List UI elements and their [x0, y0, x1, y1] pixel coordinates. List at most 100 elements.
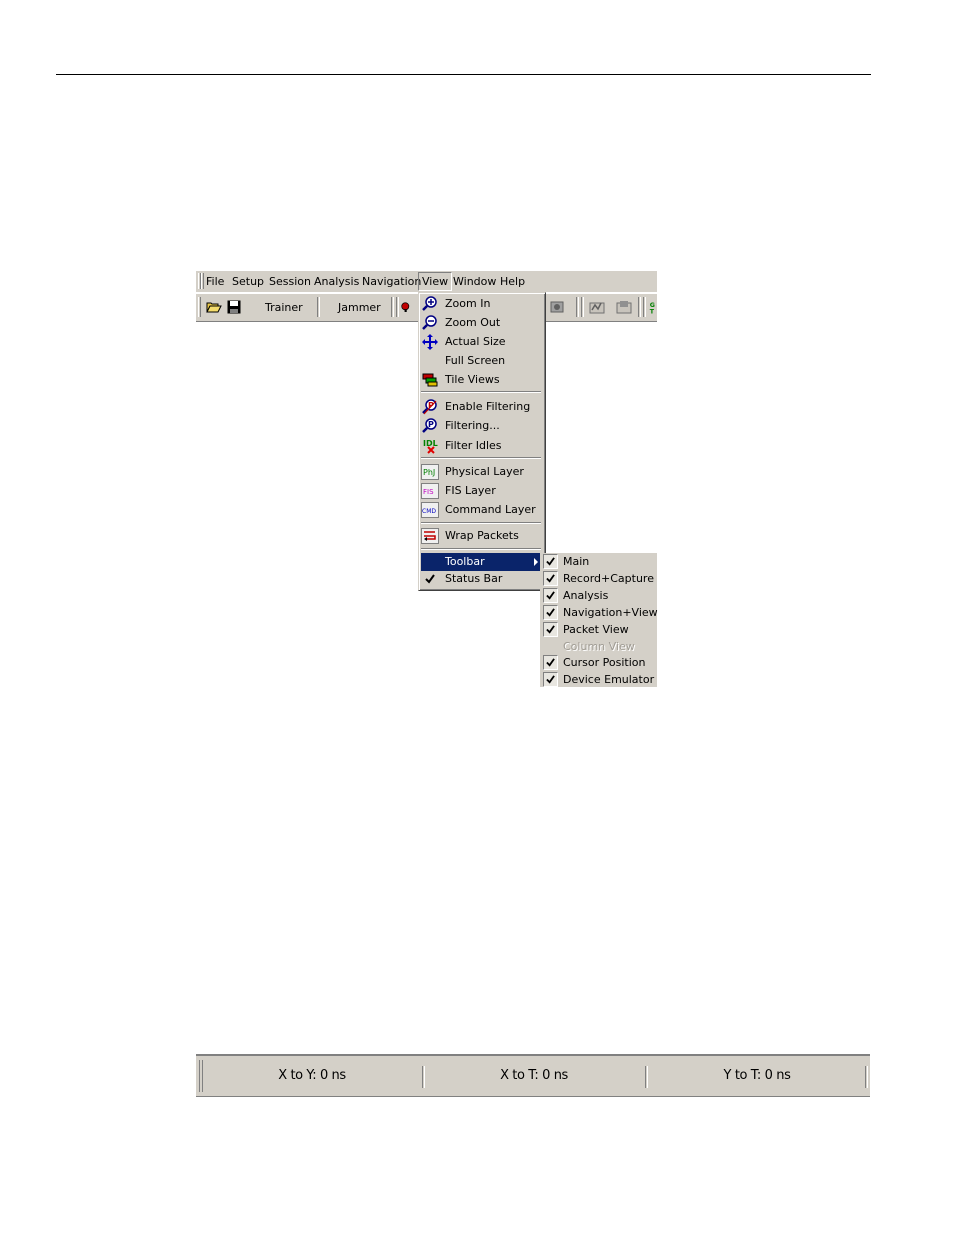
submenu-item-cursor-position[interactable]: Cursor Position [541, 654, 657, 671]
menu-help[interactable]: Help [497, 273, 528, 290]
submenu-item-device-emulator[interactable]: Device Emulator [541, 671, 657, 688]
checkmark-icon [421, 571, 439, 587]
view-menu-dropdown: Zoom In Zoom Out Actual Size Full Screen… [418, 292, 546, 591]
menu-session[interactable]: Session [266, 273, 314, 290]
checkmark-icon [543, 655, 558, 670]
fis-icon: FIS [421, 483, 439, 499]
filter-idles-icon: IDL [421, 438, 439, 454]
svg-text:FIS: FIS [423, 488, 434, 496]
menu-item-wrap-packets[interactable]: Wrap Packets [421, 527, 542, 545]
menu-item-label: Status Bar [445, 572, 503, 585]
menu-item-fis-layer[interactable]: FIS FIS Layer [421, 482, 542, 500]
menu-analysis[interactable]: Analysis [311, 273, 362, 290]
save-disk-icon[interactable] [225, 298, 243, 316]
menu-separator [421, 522, 541, 524]
submenu-item-navigation-view[interactable]: Navigation+View [541, 604, 658, 621]
submenu-item-label: Navigation+View [563, 606, 658, 619]
menu-file[interactable]: File [203, 273, 227, 290]
toolbar-separator [317, 297, 320, 317]
filter-icon: P [421, 399, 439, 415]
jammer-button[interactable]: Jammer [338, 301, 381, 314]
menu-item-tile-views[interactable]: Tile Views [421, 371, 542, 389]
menu-item-actual-size[interactable]: Actual Size [421, 333, 542, 351]
menu-item-command-layer[interactable]: CMD Command Layer [421, 501, 542, 519]
menu-item-label: Filtering... [445, 419, 500, 432]
menu-item-label: Zoom Out [445, 316, 501, 329]
tile-views-icon [421, 372, 439, 388]
menu-window[interactable]: Window [450, 273, 499, 290]
toolbar-separator [391, 297, 394, 317]
statusbar-divider [422, 1066, 425, 1088]
open-folder-icon[interactable] [205, 298, 223, 316]
svg-text:T: T [650, 308, 655, 315]
menu-item-toolbar[interactable]: Toolbar [421, 553, 542, 571]
wrap-icon [421, 528, 439, 544]
zoom-out-icon [421, 315, 439, 331]
checkmark-icon [543, 672, 558, 687]
capture-icon[interactable] [548, 298, 566, 316]
menu-separator [421, 548, 541, 550]
menu-item-status-bar[interactable]: Status Bar [421, 570, 542, 588]
toolbar-separator [576, 297, 579, 317]
menu-separator [421, 391, 541, 393]
toolbar-separator [638, 297, 641, 317]
zoom-in-icon [421, 296, 439, 312]
menu-item-physical-layer[interactable]: PhJ Physical Layer [421, 463, 542, 481]
menu-item-label: Filter Idles [445, 439, 502, 452]
menu-item-label: Zoom In [445, 297, 491, 310]
menu-item-label: Enable Filtering [445, 400, 531, 413]
toolbar-grip[interactable] [198, 297, 201, 317]
menu-item-label: Tile Views [445, 373, 500, 386]
menu-item-filter-idles[interactable]: IDL Filter Idles [421, 437, 542, 455]
menu-item-full-screen[interactable]: Full Screen [421, 352, 542, 370]
menu-item-zoom-in[interactable]: Zoom In [421, 295, 542, 313]
menu-separator [421, 457, 541, 459]
submenu-item-packet-view[interactable]: Packet View [541, 621, 657, 638]
analysis-icon[interactable] [588, 298, 606, 316]
submenu-item-label: Packet View [563, 623, 629, 636]
record-icon[interactable] [401, 298, 411, 316]
toolbar-separator [396, 297, 399, 317]
menu-setup[interactable]: Setup [229, 273, 267, 290]
submenu-item-analysis[interactable]: Analysis [541, 587, 657, 604]
menu-item-enable-filtering[interactable]: P Enable Filtering [421, 398, 542, 416]
menu-item-zoom-out[interactable]: Zoom Out [421, 314, 542, 332]
submenu-item-record-capture[interactable]: Record+Capture [541, 570, 657, 587]
submenu-item-label: Cursor Position [563, 656, 646, 669]
toolbar-separator [581, 297, 584, 317]
filter-icon: P [421, 418, 439, 434]
menu-item-label: Wrap Packets [445, 529, 519, 542]
menu-bar: File Setup Session Analysis Navigation V… [196, 271, 657, 292]
menu-item-label: Physical Layer [445, 465, 524, 478]
menu-item-label: Toolbar [445, 555, 485, 568]
checkmark-icon [543, 622, 558, 637]
statusbar-grip[interactable] [199, 1060, 203, 1092]
menu-view[interactable]: View [418, 272, 453, 291]
menu-navigation[interactable]: Navigation [359, 273, 424, 290]
checkmark-icon [543, 554, 558, 569]
cmd-icon: CMD [421, 502, 439, 518]
submenu-item-column-view: Column View [541, 638, 657, 655]
menu-item-label: FIS Layer [445, 484, 496, 497]
submenu-item-main[interactable]: Main [541, 553, 657, 570]
svg-text:P: P [428, 420, 434, 429]
checkmark-icon [543, 605, 558, 620]
report-icon[interactable] [615, 298, 633, 316]
statusbar-divider [645, 1066, 648, 1088]
menu-item-label: Full Screen [445, 354, 506, 367]
menu-item-filtering[interactable]: P Filtering... [421, 417, 542, 435]
x-to-t-readout: X to T: 0 ns [500, 1068, 568, 1083]
menu-item-label: Actual Size [445, 335, 506, 348]
toolbar-separator [643, 297, 646, 317]
trainer-button[interactable]: Trainer [265, 301, 303, 314]
svg-text:CMD: CMD [422, 508, 436, 515]
go-icon[interactable]: GT [648, 298, 657, 316]
submenu-item-label: Analysis [563, 589, 609, 602]
y-to-t-readout: Y to T: 0 ns [723, 1068, 791, 1083]
checkmark-icon [543, 588, 558, 603]
statusbar-divider [865, 1066, 868, 1088]
svg-text:IDL: IDL [423, 439, 438, 448]
submenu-arrow-icon [534, 558, 538, 566]
submenu-item-label: Record+Capture [563, 572, 654, 585]
svg-text:PhJ: PhJ [423, 468, 435, 477]
